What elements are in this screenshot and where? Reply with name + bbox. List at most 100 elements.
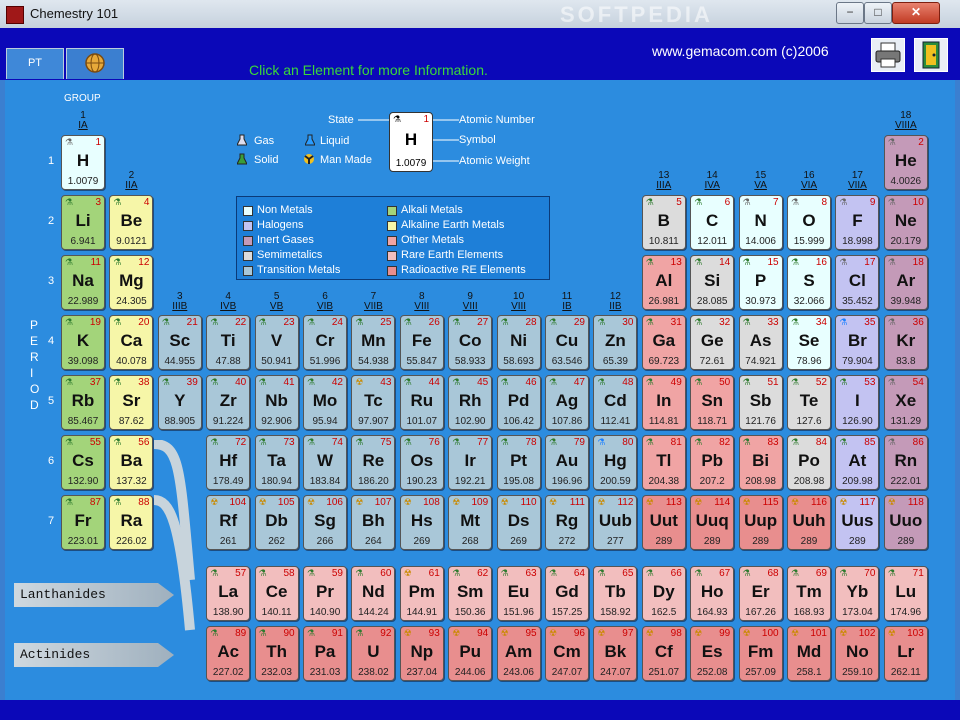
element-s[interactable]: ⚗ 16 S 32.066 xyxy=(787,255,831,310)
element-bi[interactable]: ⚗ 83 Bi 208.98 xyxy=(738,435,783,490)
element-hf[interactable]: ⚗ 72 Hf 178.49 xyxy=(206,435,251,490)
element-cd[interactable]: ⚗ 48 Cd 112.41 xyxy=(593,375,638,430)
element-p[interactable]: ⚗ 15 P 30.973 xyxy=(738,255,783,310)
element-ca[interactable]: ⚗ 20 Ca 40.078 xyxy=(109,315,154,370)
element-n[interactable]: ⚗ 7 N 14.006 xyxy=(738,195,783,250)
element-nb[interactable]: ⚗ 41 Nb 92.906 xyxy=(254,375,299,430)
element-rf[interactable]: ☢ 104 Rf 261 xyxy=(206,495,251,550)
element-np[interactable]: ☢ 93 Np 237.04 xyxy=(399,626,444,681)
element-gd[interactable]: ⚗ 64 Gd 157.25 xyxy=(545,566,589,621)
exit-button[interactable] xyxy=(914,38,948,72)
element-y[interactable]: ⚗ 39 Y 88.905 xyxy=(157,375,202,430)
element-pt[interactable]: ⚗ 78 Pt 195.08 xyxy=(496,435,541,490)
element-o[interactable]: ⚗ 8 O 15.999 xyxy=(787,195,831,250)
element-ho[interactable]: ⚗ 67 Ho 164.93 xyxy=(690,566,735,621)
element-uuo[interactable]: ☢ 118 Uuo 289 xyxy=(883,495,928,550)
element-rg[interactable]: ☢ 111 Rg 272 xyxy=(545,495,589,550)
element-si[interactable]: ⚗ 14 Si 28.085 xyxy=(690,255,735,310)
element-uut[interactable]: ☢ 113 Uut 289 xyxy=(641,495,686,550)
element-po[interactable]: ⚗ 84 Po 208.98 xyxy=(787,435,831,490)
element-ru[interactable]: ⚗ 44 Ru 101.07 xyxy=(399,375,444,430)
element-la[interactable]: ⚗ 57 La 138.90 xyxy=(206,566,251,621)
element-eu[interactable]: ⚗ 63 Eu 151.96 xyxy=(496,566,541,621)
element-am[interactable]: ☢ 95 Am 243.06 xyxy=(496,626,541,681)
element-es[interactable]: ☢ 99 Es 252.08 xyxy=(690,626,735,681)
element-cm[interactable]: ☢ 96 Cm 247.07 xyxy=(545,626,589,681)
element-al[interactable]: ⚗ 13 Al 26.981 xyxy=(641,255,686,310)
element-sn[interactable]: ⚗ 50 Sn 118.71 xyxy=(690,375,735,430)
element-au[interactable]: ⚗ 79 Au 196.96 xyxy=(545,435,589,490)
element-b[interactable]: ⚗ 5 B 10.811 xyxy=(641,195,686,250)
element-os[interactable]: ⚗ 76 Os 190.23 xyxy=(399,435,444,490)
element-db[interactable]: ☢ 105 Db 262 xyxy=(254,495,299,550)
element-i[interactable]: ⚗ 53 I 126.90 xyxy=(835,375,880,430)
element-ds[interactable]: ☢ 110 Ds 269 xyxy=(496,495,541,550)
element-kr[interactable]: ⚗ 36 Kr 83.8 xyxy=(883,315,928,370)
element-ir[interactable]: ⚗ 77 Ir 192.21 xyxy=(448,435,493,490)
element-k[interactable]: ⚗ 19 K 39.098 xyxy=(61,315,105,370)
element-cf[interactable]: ☢ 98 Cf 251.07 xyxy=(641,626,686,681)
element-zn[interactable]: ⚗ 30 Zn 65.39 xyxy=(593,315,638,370)
element-se[interactable]: ⚗ 34 Se 78.96 xyxy=(787,315,831,370)
element-tc[interactable]: ☢ 43 Tc 97.907 xyxy=(351,375,396,430)
maximize-button[interactable]: □ xyxy=(864,2,892,24)
tab-globe[interactable] xyxy=(66,48,124,79)
element-f[interactable]: ⚗ 9 F 18.998 xyxy=(835,195,880,250)
element-lu[interactable]: ⚗ 71 Lu 174.96 xyxy=(883,566,928,621)
element-be[interactable]: ⚗ 4 Be 9.0121 xyxy=(109,195,154,250)
element-ga[interactable]: ⚗ 31 Ga 69.723 xyxy=(641,315,686,370)
element-th[interactable]: ⚗ 90 Th 232.03 xyxy=(254,626,299,681)
element-xe[interactable]: ⚗ 54 Xe 131.29 xyxy=(883,375,928,430)
element-mn[interactable]: ⚗ 25 Mn 54.938 xyxy=(351,315,396,370)
element-mt[interactable]: ☢ 109 Mt 268 xyxy=(448,495,493,550)
element-sc[interactable]: ⚗ 21 Sc 44.955 xyxy=(157,315,202,370)
element-c[interactable]: ⚗ 6 C 12.011 xyxy=(690,195,735,250)
element-ar[interactable]: ⚗ 18 Ar 39.948 xyxy=(883,255,928,310)
element-tm[interactable]: ⚗ 69 Tm 168.93 xyxy=(787,566,831,621)
element-h[interactable]: ⚗ 1 H 1.0079 xyxy=(61,135,105,190)
element-re[interactable]: ⚗ 75 Re 186.20 xyxy=(351,435,396,490)
element-te[interactable]: ⚗ 52 Te 127.6 xyxy=(787,375,831,430)
element-cl[interactable]: ⚗ 17 Cl 35.452 xyxy=(835,255,880,310)
element-sb[interactable]: ⚗ 51 Sb 121.76 xyxy=(738,375,783,430)
element-dy[interactable]: ⚗ 66 Dy 162.5 xyxy=(641,566,686,621)
minimize-button[interactable]: − xyxy=(836,2,864,24)
lanthanides-button[interactable]: Lanthanides xyxy=(14,583,174,607)
element-li[interactable]: ⚗ 3 Li 6.941 xyxy=(61,195,105,250)
element-ne[interactable]: ⚗ 10 Ne 20.179 xyxy=(883,195,928,250)
element-sg[interactable]: ☢ 106 Sg 266 xyxy=(303,495,347,550)
close-button[interactable]: ✕ xyxy=(892,2,940,24)
element-uub[interactable]: ☢ 112 Uub 277 xyxy=(593,495,638,550)
element-er[interactable]: ⚗ 68 Er 167.26 xyxy=(738,566,783,621)
element-bk[interactable]: ☢ 97 Bk 247.07 xyxy=(593,626,638,681)
element-ra[interactable]: ⚗ 88 Ra 226.02 xyxy=(109,495,154,550)
element-fr[interactable]: ⚗ 87 Fr 223.01 xyxy=(61,495,105,550)
element-nd[interactable]: ⚗ 60 Nd 144.24 xyxy=(351,566,396,621)
tab-pt[interactable]: PT xyxy=(6,48,64,79)
element-u[interactable]: ⚗ 92 U 238.02 xyxy=(351,626,396,681)
element-ta[interactable]: ⚗ 73 Ta 180.94 xyxy=(254,435,299,490)
element-fm[interactable]: ☢ 100 Fm 257.09 xyxy=(738,626,783,681)
element-ti[interactable]: ⚗ 22 Ti 47.88 xyxy=(206,315,251,370)
element-in[interactable]: ⚗ 49 In 114.81 xyxy=(641,375,686,430)
element-ge[interactable]: ⚗ 32 Ge 72.61 xyxy=(690,315,735,370)
element-ag[interactable]: ⚗ 47 Ag 107.86 xyxy=(545,375,589,430)
element-lr[interactable]: ☢ 103 Lr 262.11 xyxy=(883,626,928,681)
element-md[interactable]: ☢ 101 Md 258.1 xyxy=(787,626,831,681)
element-pd[interactable]: ⚗ 46 Pd 106.42 xyxy=(496,375,541,430)
element-pa[interactable]: ⚗ 91 Pa 231.03 xyxy=(303,626,347,681)
element-na[interactable]: ⚗ 11 Na 22.989 xyxy=(61,255,105,310)
element-rn[interactable]: ⚗ 86 Rn 222.01 xyxy=(883,435,928,490)
element-br[interactable]: ⚗ 35 Br 79.904 xyxy=(835,315,880,370)
element-cu[interactable]: ⚗ 29 Cu 63.546 xyxy=(545,315,589,370)
element-ba[interactable]: ⚗ 56 Ba 137.32 xyxy=(109,435,154,490)
element-hs[interactable]: ☢ 108 Hs 269 xyxy=(399,495,444,550)
element-hg[interactable]: ⚗ 80 Hg 200.59 xyxy=(593,435,638,490)
element-sr[interactable]: ⚗ 38 Sr 87.62 xyxy=(109,375,154,430)
element-cr[interactable]: ⚗ 24 Cr 51.996 xyxy=(303,315,347,370)
element-pu[interactable]: ☢ 94 Pu 244.06 xyxy=(448,626,493,681)
element-cs[interactable]: ⚗ 55 Cs 132.90 xyxy=(61,435,105,490)
element-sm[interactable]: ⚗ 62 Sm 150.36 xyxy=(448,566,493,621)
element-rb[interactable]: ⚗ 37 Rb 85.467 xyxy=(61,375,105,430)
element-ni[interactable]: ⚗ 28 Ni 58.693 xyxy=(496,315,541,370)
